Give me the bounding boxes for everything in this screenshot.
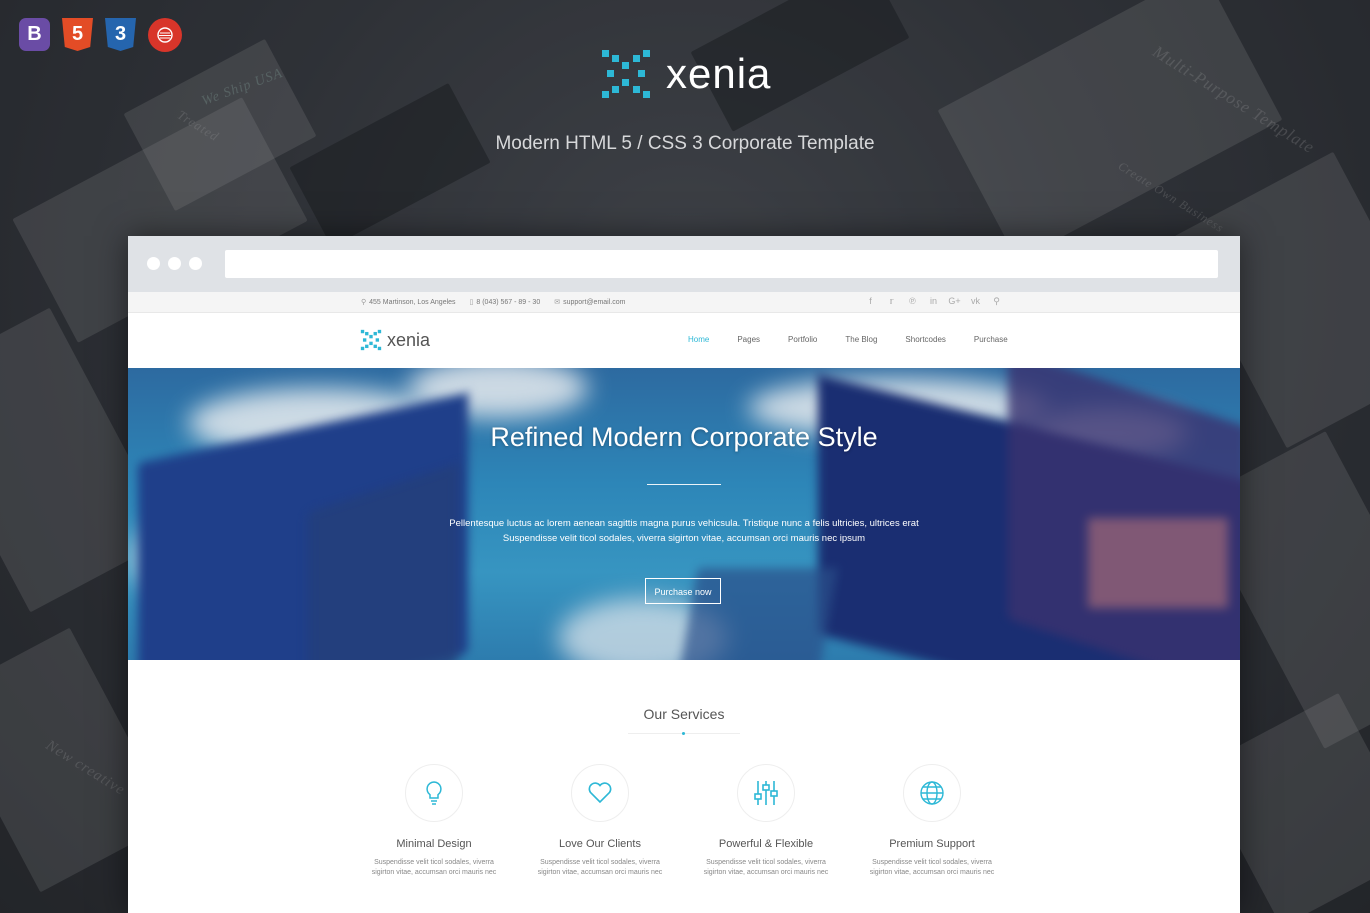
service-card: Love Our Clients Suspendisse velit ticol… <box>517 764 683 878</box>
brand-name: xenia <box>666 50 772 97</box>
service-desc: Suspendisse velit ticol sodales, viverra… <box>869 859 995 876</box>
service-title: Powerful & Flexible <box>718 838 814 850</box>
window-dot <box>168 257 181 270</box>
service-title: Premium Support <box>889 838 975 850</box>
nav-item-home[interactable]: Home <box>688 335 709 344</box>
service-card: Minimal Design Suspendisse velit ticol s… <box>351 764 517 878</box>
mail-icon: ✉ <box>554 299 561 306</box>
twitter-icon[interactable]: 𝕣 <box>881 296 902 307</box>
sliders-icon <box>737 764 795 822</box>
email-text: support@email.com <box>563 299 626 306</box>
hero-content: Refined Modern Corporate Style Pellentes… <box>128 368 1240 660</box>
hero-divider <box>647 484 721 485</box>
linkedin-icon[interactable]: in <box>923 296 944 307</box>
browser-chrome <box>128 236 1240 292</box>
globe-icon <box>903 764 961 822</box>
site-topbar: ⚲ 455 Martinson, Los Angeles ▯ 8 (043) 567… <box>128 292 1240 313</box>
address-info: ⚲ 455 Martinson, Los Angeles <box>361 298 456 306</box>
phone-icon: ▯ <box>469 299 474 306</box>
service-desc: Suspendisse velit ticol sodales, viverra… <box>537 859 663 876</box>
phone-info: ▯ 8 (043) 567 - 89 - 30 <box>470 298 541 306</box>
bootstrap-icon: B <box>19 18 50 51</box>
email-info[interactable]: ✉ support@email.com <box>554 298 625 306</box>
hero-text-line-1: Pellentesque luctus ac lorem aenean sagi… <box>449 518 919 529</box>
browser-mockup: ⚲ 455 Martinson, Los Angeles ▯ 8 (043) 567… <box>128 236 1240 913</box>
search-icon[interactable]: ⚲ <box>986 296 1007 307</box>
main-menu: Home Pages Portfolio The Blog Shortcodes… <box>688 335 1036 344</box>
service-card: Premium Support Suspendisse velit ticol … <box>849 764 1015 878</box>
location-icon: ⚲ <box>361 299 367 306</box>
social-links: f 𝕣 ℗ in G+ vk ⚲ <box>860 296 1007 307</box>
nav-item-purchase[interactable]: Purchase <box>974 335 1008 344</box>
site-navbar: xenia Home Pages Portfolio The Blog Shor… <box>128 313 1240 369</box>
award-icon <box>148 18 182 52</box>
hero-text-line-2: Suspendisse velit ticol sodales, viverra… <box>502 533 866 544</box>
nav-item-blog[interactable]: The Blog <box>845 335 877 344</box>
tagline: Modern HTML 5 / CSS 3 Corporate Template <box>495 133 875 154</box>
html5-icon: 5 <box>62 18 93 51</box>
nav-item-pages[interactable]: Pages <box>737 335 760 344</box>
service-card: Powerful & Flexible Suspendisse velit ti… <box>683 764 849 878</box>
window-controls <box>147 257 202 270</box>
phone-text: 8 (043) 567 - 89 - 30 <box>476 299 541 306</box>
address-bar[interactable] <box>225 250 1218 278</box>
pinterest-icon[interactable]: ℗ <box>902 296 923 307</box>
hero-title: Refined Modern Corporate Style <box>490 422 878 452</box>
google-plus-icon[interactable]: G+ <box>944 296 965 307</box>
lightbulb-icon <box>405 764 463 822</box>
hero-text: Pellentesque luctus ac lorem aenean sagi… <box>128 516 1240 546</box>
nav-item-portfolio[interactable]: Portfolio <box>788 335 817 344</box>
tech-badges: B 5 3 <box>19 18 182 52</box>
brand-header: xenia <box>600 48 771 100</box>
service-desc: Suspendisse velit ticol sodales, viverra… <box>703 859 829 876</box>
xenia-logo-icon <box>360 329 382 351</box>
facebook-icon[interactable]: f <box>860 296 881 307</box>
window-dot <box>147 257 160 270</box>
services-underline <box>628 732 740 735</box>
css3-icon: 3 <box>105 18 136 51</box>
service-title: Love Our Clients <box>559 838 641 850</box>
site-logo[interactable]: xenia <box>360 329 430 351</box>
xenia-logo-icon <box>602 50 650 98</box>
purchase-now-button[interactable]: Purchase now <box>645 578 721 604</box>
nav-item-shortcodes[interactable]: Shortcodes <box>905 335 945 344</box>
services-section: Our Services Minimal Design Suspendisse … <box>128 660 1240 913</box>
heart-icon <box>571 764 629 822</box>
address-text: 455 Martinson, Los Angeles <box>369 299 456 306</box>
service-title: Minimal Design <box>396 838 472 850</box>
vk-icon[interactable]: vk <box>965 296 986 307</box>
service-desc: Suspendisse velit ticol sodales, viverra… <box>371 859 497 876</box>
hero-banner: Refined Modern Corporate Style Pellentes… <box>128 368 1240 660</box>
site-logo-text: xenia <box>387 329 431 350</box>
services-title: Our Services <box>643 706 725 722</box>
window-dot <box>189 257 202 270</box>
